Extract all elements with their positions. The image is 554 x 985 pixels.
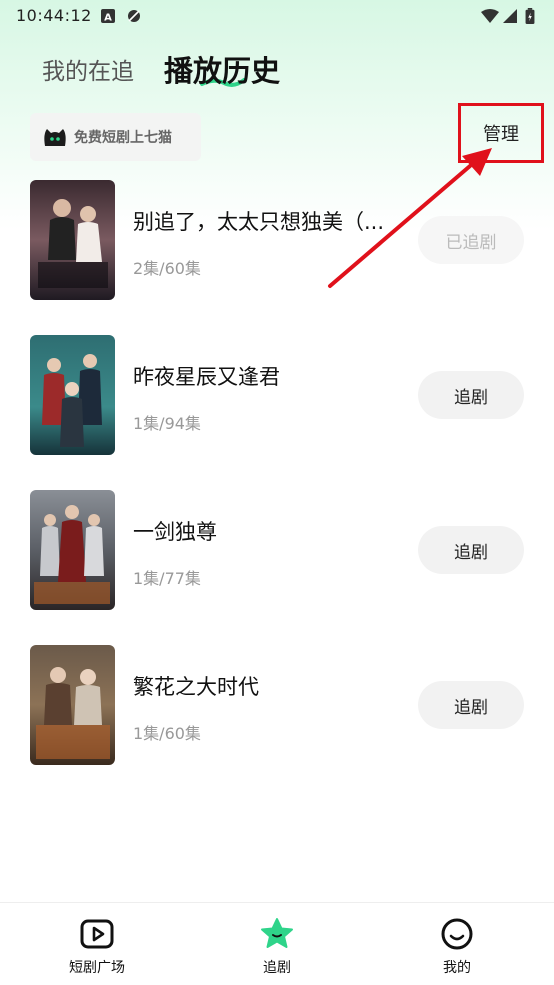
episode-progress: 1集/60集 xyxy=(133,724,201,743)
nav-label: 短剧广场 xyxy=(69,960,125,976)
follow-button[interactable]: 追剧 xyxy=(418,681,524,729)
poster-image xyxy=(30,490,115,610)
poster-image xyxy=(30,335,115,455)
drama-title: 繁花之大时代 xyxy=(133,675,259,699)
episode-progress: 1集/77集 xyxy=(133,569,201,588)
follow-button[interactable]: 追剧 xyxy=(418,526,524,574)
nav-label: 追剧 xyxy=(263,960,291,976)
status-bar: 10:44:12 A xyxy=(0,0,554,32)
nav-label: 我的 xyxy=(443,960,471,976)
signal-icon xyxy=(503,9,517,23)
star-icon xyxy=(261,918,293,948)
episode-progress: 2集/60集 xyxy=(133,259,201,278)
battery-icon xyxy=(525,8,535,24)
notification-icon xyxy=(128,10,140,22)
nav-item-drama-plaza[interactable]: 短剧广场 xyxy=(37,903,157,985)
bottom-nav: 短剧广场 追剧 我的 xyxy=(0,902,554,985)
poster-image xyxy=(30,645,115,765)
svg-text:A: A xyxy=(104,13,112,24)
drama-title: 别追了，太太只想独美（... xyxy=(133,210,385,234)
tab-my-following[interactable]: 我的在追 xyxy=(42,52,134,86)
nav-item-mine[interactable]: 我的 xyxy=(397,903,517,985)
episode-progress: 1集/94集 xyxy=(133,414,201,433)
cat-logo-icon xyxy=(44,129,66,146)
status-time: 10:44:12 xyxy=(16,6,92,25)
follow-button[interactable]: 追剧 xyxy=(418,371,524,419)
list-item[interactable]: 别追了，太太只想独美（... 2集/60集 已追剧 xyxy=(0,180,554,300)
manage-button[interactable]: 管理 xyxy=(458,103,544,163)
play-square-icon xyxy=(80,919,114,949)
wifi-icon xyxy=(481,9,499,23)
list-item[interactable]: 繁花之大时代 1集/60集 追剧 xyxy=(0,645,554,765)
nav-item-following[interactable]: 追剧 xyxy=(217,903,337,985)
tab-play-history[interactable]: 播放历史 xyxy=(164,48,280,90)
poster-image xyxy=(30,180,115,300)
list-item[interactable]: 一剑独尊 1集/77集 追剧 xyxy=(0,490,554,610)
drama-title: 一剑独尊 xyxy=(133,520,217,544)
follow-button[interactable]: 已追剧 xyxy=(418,216,524,264)
promo-banner[interactable]: 免费短剧上七猫 xyxy=(30,113,201,161)
list-item[interactable]: 昨夜星辰又逢君 1集/94集 追剧 xyxy=(0,335,554,455)
promo-text: 免费短剧上七猫 xyxy=(74,130,172,146)
drama-title: 昨夜星辰又逢君 xyxy=(133,365,280,389)
a-box-icon: A xyxy=(101,9,115,24)
smile-face-icon xyxy=(441,918,473,950)
